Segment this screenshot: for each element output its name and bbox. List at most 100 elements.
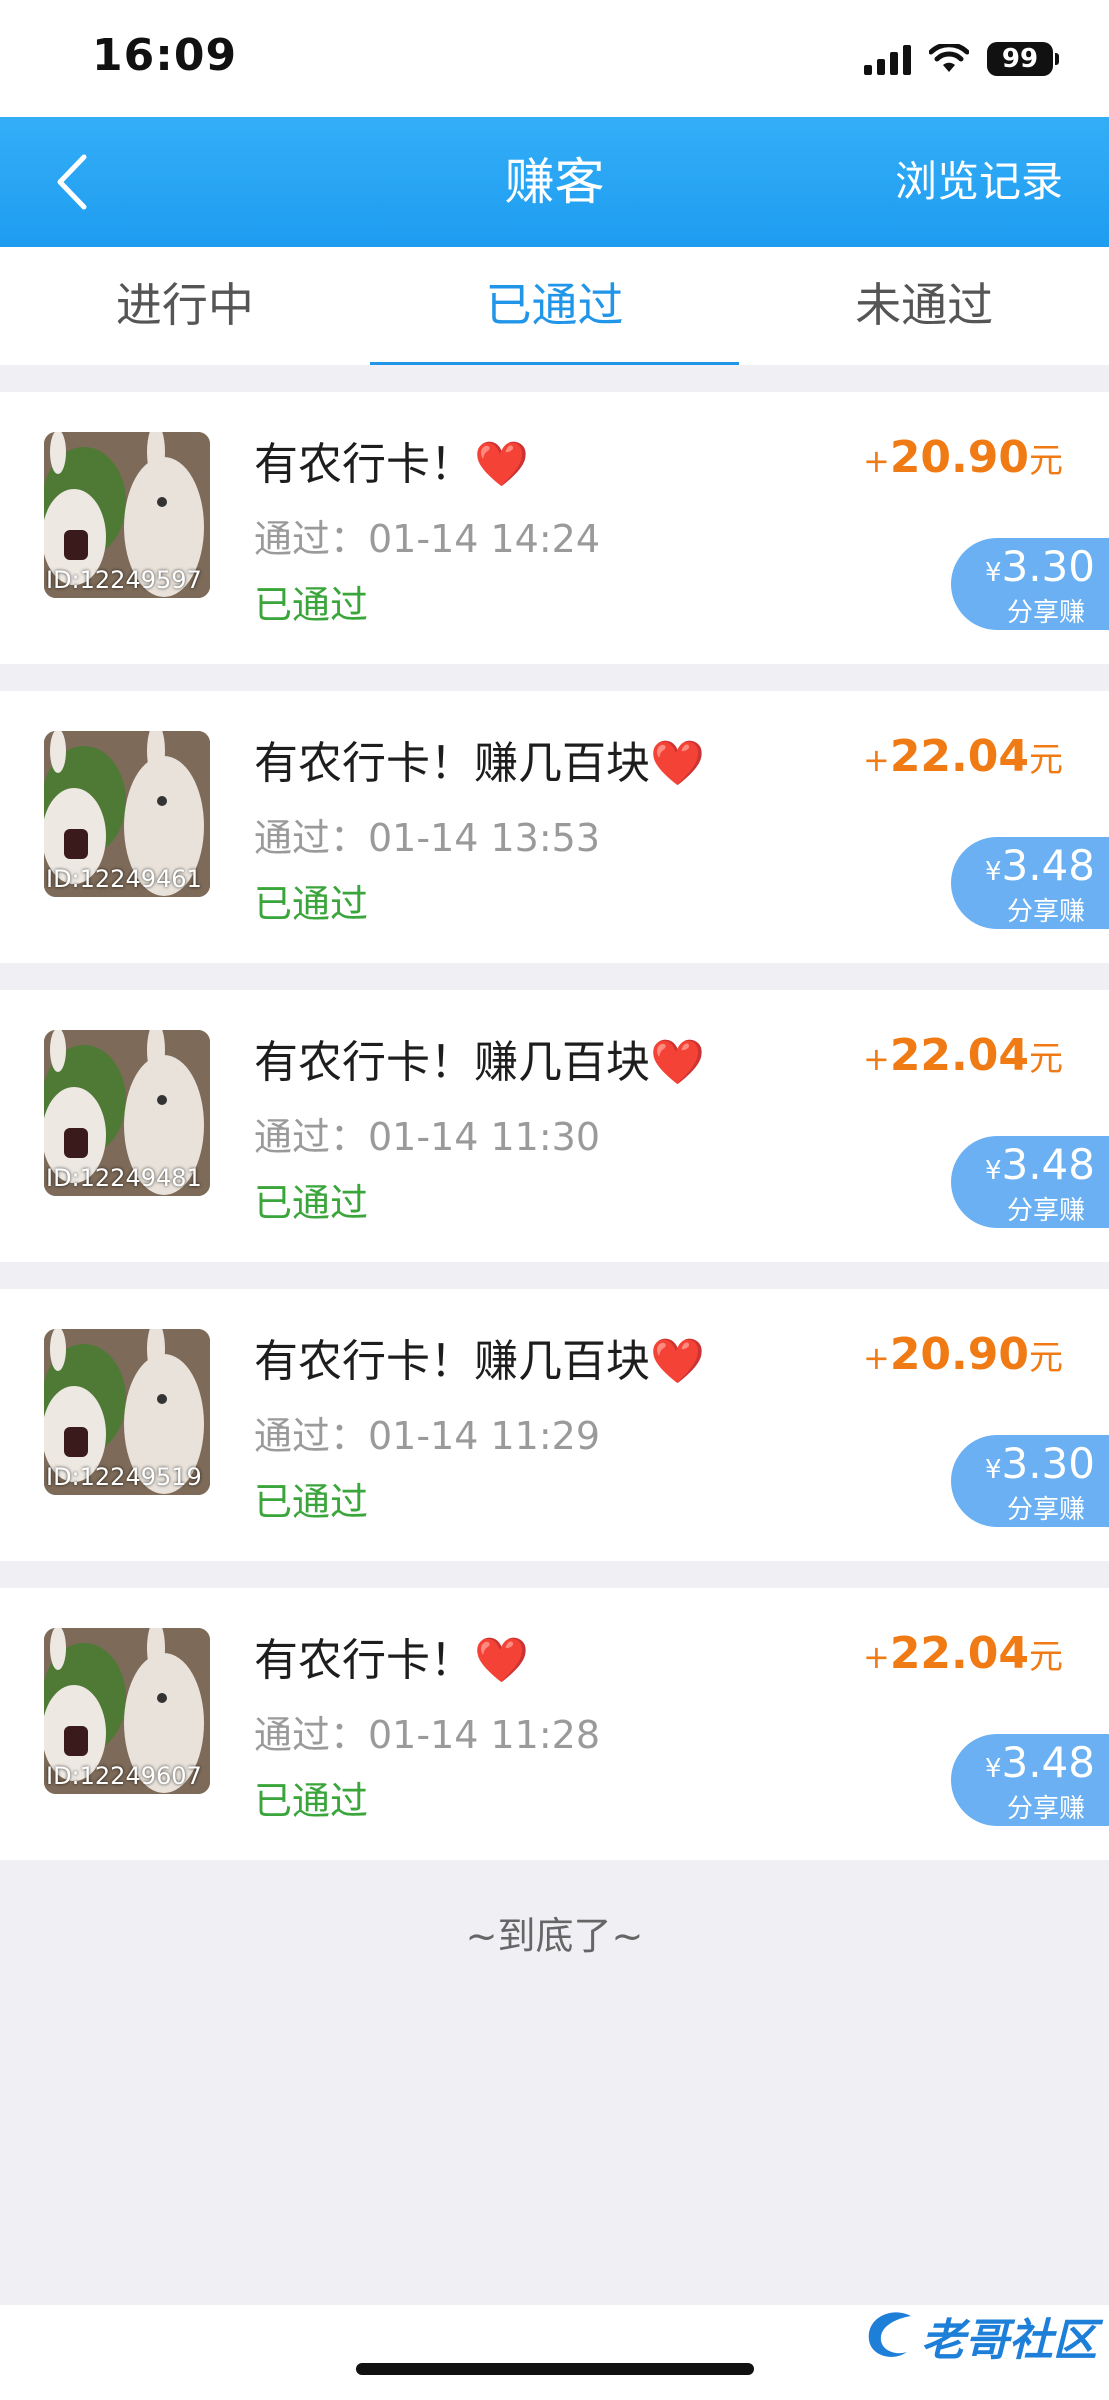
- status-icons: 99: [864, 34, 1059, 84]
- heart-icon: ❤️: [650, 738, 705, 789]
- share-amount: 3.48: [1001, 1738, 1095, 1787]
- status-label: 已通过: [254, 1181, 369, 1225]
- item-title: 有农行卡！赚几百块❤️: [254, 727, 705, 791]
- tab-rejected[interactable]: 未通过: [739, 247, 1109, 365]
- share-currency: ¥: [984, 558, 1002, 588]
- heart-icon: ❤️: [474, 1635, 529, 1686]
- title-text: 有农行卡！: [254, 1635, 474, 1686]
- heart-icon: ❤️: [650, 1037, 705, 1088]
- amount-unit: 元: [1029, 1637, 1063, 1677]
- status-bar: 16:09 99: [0, 0, 1109, 117]
- share-earn-button[interactable]: ¥3.48 分享赚: [951, 1136, 1109, 1228]
- avatar-id-label: ID:12249607: [46, 1762, 202, 1790]
- item-title: 有农行卡！❤️: [254, 1624, 529, 1688]
- share-label: 分享赚: [1006, 1794, 1085, 1824]
- share-earn-button[interactable]: ¥3.30 分享赚: [951, 1435, 1109, 1527]
- amount-value: 22.04: [889, 731, 1029, 782]
- share-earn-button[interactable]: ¥3.30 分享赚: [951, 538, 1109, 630]
- reward-amount: +22.04元: [863, 731, 1063, 782]
- share-amount: 3.48: [1001, 841, 1095, 890]
- share-currency: ¥: [984, 1455, 1002, 1485]
- list-item[interactable]: ID:12249597 有农行卡！❤️ 通过：01-14 14:24 已通过 +…: [0, 392, 1109, 664]
- avatar-id-label: ID:12249481: [46, 1164, 202, 1192]
- share-amount: 3.30: [1001, 1439, 1095, 1488]
- watermark-text: 老哥社区: [921, 2315, 1097, 2366]
- share-label: 分享赚: [1006, 897, 1085, 927]
- tab-approved[interactable]: 已通过: [369, 247, 740, 365]
- status-time: 16:09: [92, 30, 238, 81]
- list-item[interactable]: ID:12249461 有农行卡！赚几百块❤️ 通过：01-14 13:53 已…: [0, 691, 1109, 963]
- title-text: 有农行卡！赚几百块: [254, 1336, 650, 1387]
- list-item[interactable]: ID:12249481 有农行卡！赚几百块❤️ 通过：01-14 11:30 已…: [0, 990, 1109, 1262]
- wifi-icon: [929, 44, 969, 72]
- item-title: 有农行卡！❤️: [254, 428, 529, 492]
- avatar-id-label: ID:12249519: [46, 1463, 202, 1491]
- item-title: 有农行卡！赚几百块❤️: [254, 1026, 705, 1090]
- avatar-id-label: ID:12249461: [46, 865, 202, 893]
- list-item[interactable]: ID:12249519 有农行卡！赚几百块❤️ 通过：01-14 11:29 已…: [0, 1289, 1109, 1561]
- amount-sign: +: [863, 1339, 890, 1377]
- status-label: 已通过: [254, 583, 369, 627]
- back-button[interactable]: [42, 147, 112, 217]
- share-currency: ¥: [984, 857, 1002, 887]
- share-amount: 3.30: [1001, 542, 1095, 591]
- status-label: 已通过: [254, 1779, 369, 1823]
- approved-time: 通过：01-14 11:28: [254, 1713, 601, 1757]
- item-title: 有农行卡！赚几百块❤️: [254, 1325, 705, 1389]
- title-text: 有农行卡！: [254, 439, 474, 490]
- heart-icon: ❤️: [474, 439, 529, 490]
- share-currency: ¥: [984, 1156, 1002, 1186]
- amount-sign: +: [863, 741, 890, 779]
- avatar: ID:12249607: [44, 1628, 210, 1794]
- reward-amount: +22.04元: [863, 1628, 1063, 1679]
- approved-time: 通过：01-14 13:53: [254, 816, 601, 860]
- share-amount: 3.48: [1001, 1140, 1095, 1189]
- status-label: 已通过: [254, 1480, 369, 1524]
- nav-bar: 赚客 浏览记录: [0, 117, 1109, 247]
- avatar: ID:12249481: [44, 1030, 210, 1196]
- end-of-list-text: ~到底了~: [465, 1914, 644, 1958]
- amount-unit: 元: [1029, 740, 1063, 780]
- amount-unit: 元: [1029, 441, 1063, 481]
- amount-value: 22.04: [889, 1628, 1029, 1679]
- share-currency: ¥: [984, 1754, 1002, 1784]
- approved-time: 通过：01-14 14:24: [254, 517, 601, 561]
- watermark-logo: 老哥社区: [861, 2300, 1097, 2372]
- approved-time: 通过：01-14 11:30: [254, 1115, 601, 1159]
- avatar: ID:12249597: [44, 432, 210, 598]
- dragon-logo-icon: [868, 2312, 911, 2357]
- avatar-id-label: ID:12249597: [46, 566, 202, 594]
- tab-in-progress[interactable]: 进行中: [0, 247, 370, 365]
- amount-value: 20.90: [889, 1329, 1029, 1380]
- share-label: 分享赚: [1006, 1196, 1085, 1226]
- title-text: 有农行卡！赚几百块: [254, 738, 650, 789]
- amount-sign: +: [863, 1638, 890, 1676]
- amount-unit: 元: [1029, 1338, 1063, 1378]
- avatar: ID:12249461: [44, 731, 210, 897]
- cellular-signal-icon: [864, 43, 911, 75]
- status-label: 已通过: [254, 882, 369, 926]
- amount-sign: +: [863, 442, 890, 480]
- heart-icon: ❤️: [650, 1336, 705, 1387]
- chevron-left-icon: [57, 154, 87, 210]
- amount-value: 22.04: [889, 1030, 1029, 1081]
- browse-history-button[interactable]: 浏览记录: [895, 117, 1063, 247]
- amount-sign: +: [863, 1040, 890, 1078]
- reward-amount: +22.04元: [863, 1030, 1063, 1081]
- share-earn-button[interactable]: ¥3.48 分享赚: [951, 837, 1109, 929]
- amount-value: 20.90: [889, 432, 1029, 483]
- battery-icon: 99: [987, 42, 1059, 76]
- approved-time: 通过：01-14 11:29: [254, 1414, 601, 1458]
- task-list: ID:12249597 有农行卡！❤️ 通过：01-14 14:24 已通过 +…: [0, 392, 1109, 1887]
- share-earn-button[interactable]: ¥3.48 分享赚: [951, 1734, 1109, 1826]
- amount-unit: 元: [1029, 1039, 1063, 1079]
- title-text: 有农行卡！赚几百块: [254, 1037, 650, 1088]
- avatar: ID:12249519: [44, 1329, 210, 1495]
- tab-bar: 进行中 已通过 未通过: [0, 247, 1109, 365]
- reward-amount: +20.90元: [863, 1329, 1063, 1380]
- reward-amount: +20.90元: [863, 432, 1063, 483]
- share-label: 分享赚: [1006, 598, 1085, 628]
- home-indicator[interactable]: [356, 2363, 754, 2375]
- list-item[interactable]: ID:12249607 有农行卡！❤️ 通过：01-14 11:28 已通过 +…: [0, 1588, 1109, 1860]
- share-label: 分享赚: [1006, 1495, 1085, 1525]
